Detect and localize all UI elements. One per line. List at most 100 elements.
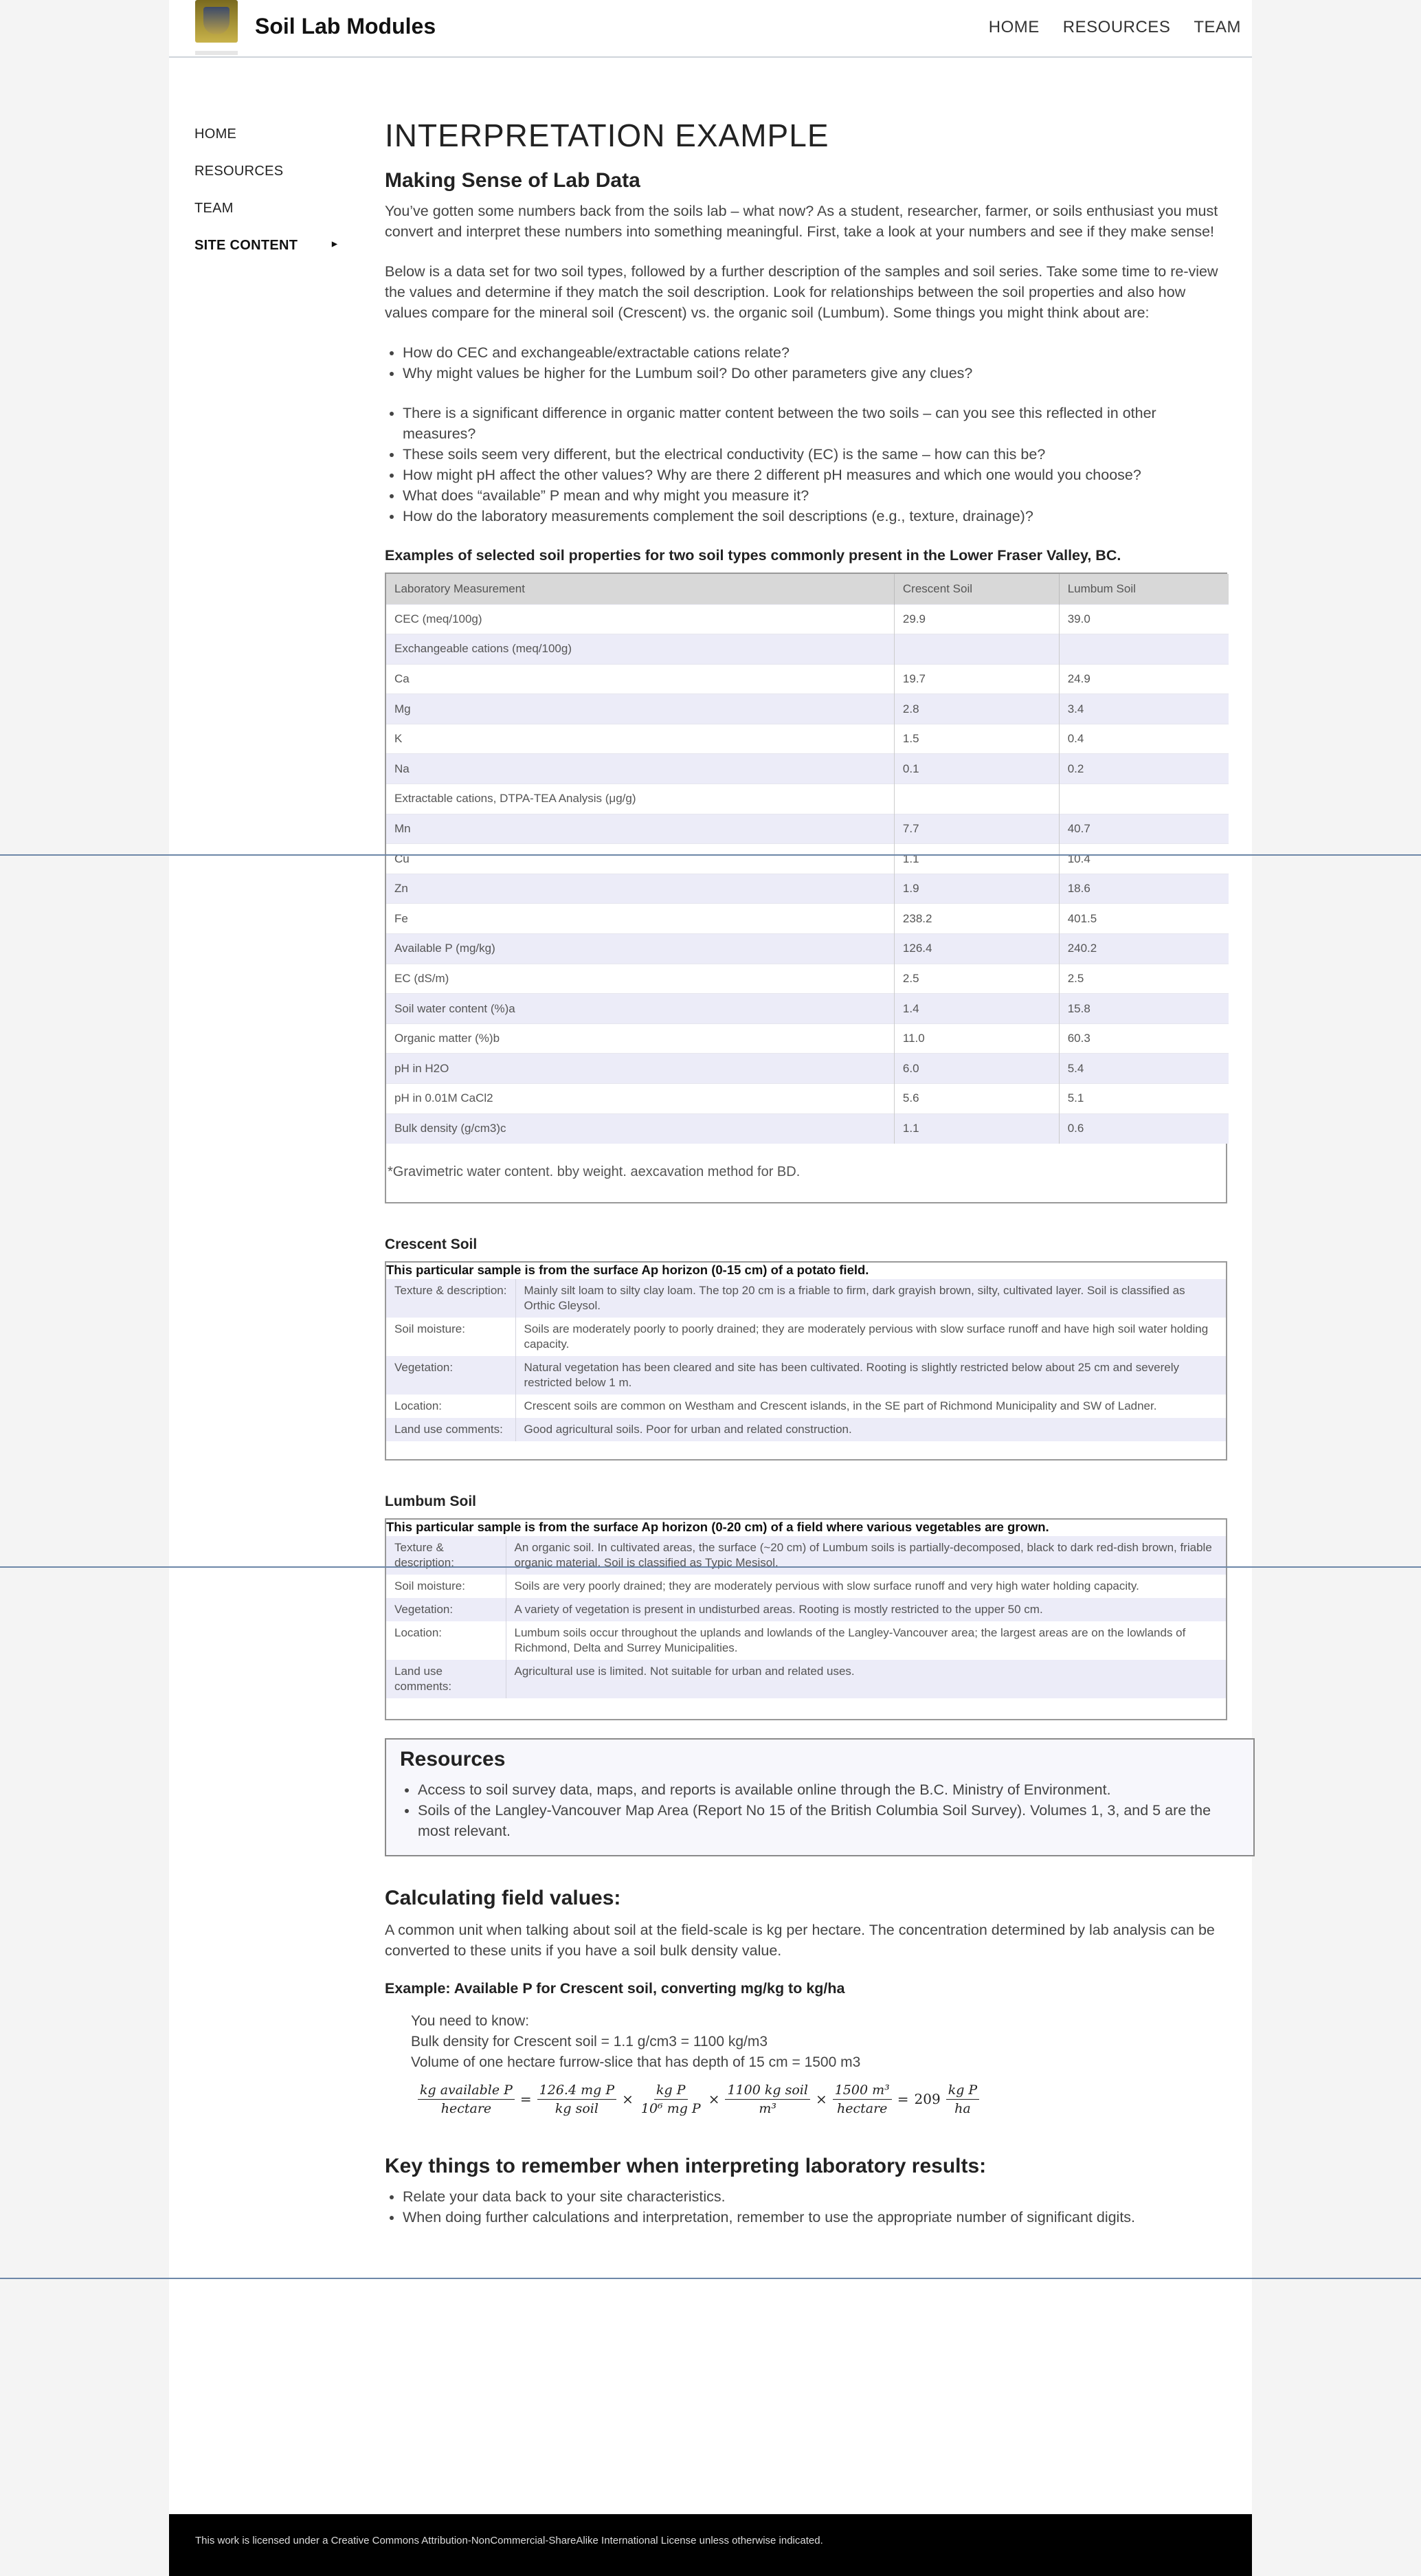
page-title: INTERPRETATION EXAMPLE — [385, 118, 829, 153]
table-row: Soil water content (%)a 1.4 15.8 — [386, 993, 1229, 1024]
fraction: kg P 10⁶ mg P — [639, 2083, 703, 2116]
table-cell: 18.6 — [1059, 873, 1229, 904]
numerator: 1100 kg soil — [725, 2083, 810, 2100]
site-title[interactable]: Soil Lab Modules — [255, 14, 436, 39]
table-cell: Bulk density (g/cm3)c — [386, 1113, 895, 1144]
calc-paragraph: A common unit when talking about soil at… — [385, 1921, 1215, 1959]
numerator: 126.4 mg P — [537, 2083, 617, 2100]
sidebar-item-home[interactable]: HOME — [194, 126, 339, 164]
table-cell: 1.1 — [894, 1113, 1060, 1144]
table-cell: Cu — [386, 843, 895, 874]
table-cell: pH in H2O — [386, 1053, 895, 1084]
table-row: Fe 238.2 401.5 — [386, 903, 1229, 934]
numerator: 1500 m³ — [832, 2083, 892, 2100]
topnav-home[interactable]: HOME — [989, 18, 1040, 37]
table-cell: K — [386, 723, 895, 754]
key-list: Relate your data back to your site chara… — [385, 2186, 1230, 2228]
crescent-table: Texture & description: Mainly silt loam t… — [386, 1278, 1226, 1441]
crescent-table-body: Texture & description: Mainly silt loam t… — [386, 1278, 1226, 1441]
page-break-line — [0, 2278, 1421, 2279]
result-value: 209 — [914, 2091, 941, 2108]
times-sign: × — [622, 2091, 634, 2108]
table-cell: 238.2 — [894, 903, 1060, 934]
list-item: How do CEC and exchangeable/extractable … — [403, 342, 1230, 363]
page-break-line — [0, 854, 1421, 856]
table-cell: 11.0 — [894, 1023, 1060, 1054]
topnav-resources[interactable]: RESOURCES — [1063, 18, 1171, 37]
property-value: Agricultural use is limited. Not suitabl… — [506, 1659, 1226, 1698]
question-list: How do CEC and exchangeable/extractable … — [385, 342, 1230, 363]
table-row: Soil moisture: Soils are very poorly drai… — [386, 1574, 1226, 1598]
lab-table: Laboratory Measurement Crescent Soil Lum… — [386, 574, 1229, 1144]
table-cell: 1.1 — [894, 843, 1060, 874]
property-label: Land use comments: — [386, 1417, 516, 1441]
property-value: Good agricultural soils. Poor for urban … — [515, 1417, 1226, 1441]
table-row: pH in H2O 6.0 5.4 — [386, 1053, 1229, 1084]
question-sublist: Why might values be higher for the Lumbu… — [385, 363, 1230, 384]
table-cell — [894, 784, 1060, 814]
denominator: kg soil — [555, 2100, 598, 2116]
table-cell: Mg — [386, 693, 895, 724]
table-row: Location: Crescent soils are common on We… — [386, 1394, 1226, 1418]
table-row: Ca 19.7 24.9 — [386, 663, 1229, 694]
table-row: Texture & description: Mainly silt loam t… — [386, 1278, 1226, 1318]
caret-right-icon[interactable]: ▶ — [332, 241, 337, 248]
table-cell: 0.4 — [1059, 723, 1229, 754]
site-footer: This work is licensed under a Creative C… — [169, 2514, 1252, 2576]
table-cell: 2.8 — [894, 693, 1060, 724]
resources-heading: Resources — [400, 1747, 506, 1770]
table-cell: 5.6 — [894, 1083, 1060, 1114]
site-logo[interactable] — [195, 0, 238, 43]
sidebar-nav: HOME RESOURCES TEAM SITE CONTENT ▶ — [194, 126, 339, 275]
table-row: EC (dS/m) 2.5 2.5 — [386, 963, 1229, 994]
table-cell: 60.3 — [1059, 1023, 1229, 1054]
table-cell: 5.4 — [1059, 1053, 1229, 1084]
fraction: kg available Phectare — [418, 2083, 515, 2116]
sidebar-item-resources[interactable]: RESOURCES — [194, 164, 339, 201]
fraction: kg Pha — [946, 2083, 980, 2116]
table-cell: Organic matter (%)b — [386, 1023, 895, 1054]
numerator: kg P — [946, 2083, 980, 2100]
fraction: 1500 m³ hectare — [832, 2083, 892, 2116]
list-item: There is a significant difference in org… — [403, 403, 1230, 444]
table-row: Soil moisture: Soils are moderately poorl… — [386, 1317, 1226, 1356]
table-cell: 0.2 — [1059, 753, 1229, 784]
logo-divider — [195, 51, 238, 55]
sidebar-item-site-content[interactable]: SITE CONTENT ▶ — [194, 238, 339, 275]
property-value: Soils are very poorly drained; they are … — [506, 1574, 1226, 1598]
property-label: Texture & description: — [386, 1535, 506, 1575]
crescent-heading: Crescent Soil — [385, 1236, 478, 1252]
table-cell: 7.7 — [894, 813, 1060, 844]
page-break-line — [0, 1566, 1421, 1568]
example-givens: You need to know: Bulk density for Cresc… — [385, 2011, 1230, 2073]
list-item: How do the laboratory measurements compl… — [403, 506, 1230, 526]
list-item: How might pH affect the other values? Wh… — [403, 465, 1230, 485]
table-cell: CEC (meq/100g) — [386, 603, 895, 634]
topnav-team[interactable]: TEAM — [1194, 18, 1241, 37]
key-heading: Key things to remember when interpreting… — [385, 2154, 987, 2177]
given-line: Bulk density for Crescent soil = 1.1 g/c… — [411, 2033, 768, 2050]
license-text[interactable]: This work is licensed under a Creative C… — [195, 2535, 823, 2546]
calc-heading: Calculating field values: — [385, 1886, 621, 1909]
table-row: Available P (mg/kg) 126.4 240.2 — [386, 933, 1229, 964]
lab-table-body: CEC (meq/100g) 29.9 39.0 Exchangeable catio… — [386, 603, 1229, 1144]
sidebar-item-team[interactable]: TEAM — [194, 201, 339, 238]
table-cell: 24.9 — [1059, 663, 1229, 694]
table-cell: 10.4 — [1059, 843, 1229, 874]
numerator: kg available P — [418, 2083, 515, 2100]
table-cell: pH in 0.01M CaCl2 — [386, 1083, 895, 1114]
list-item: Soils of the Langley-Vancouver Map Area … — [418, 1800, 1240, 1841]
list-item: Why might values be higher for the Lumbu… — [403, 363, 1230, 384]
table-cell — [894, 634, 1060, 665]
lumbum-box: This particular sample is from the surfa… — [385, 1518, 1227, 1720]
times-sign: × — [708, 2091, 720, 2108]
table-cell: 6.0 — [894, 1053, 1060, 1084]
property-label: Land use comments: — [386, 1659, 506, 1698]
property-label: Vegetation: — [386, 1597, 506, 1621]
table-cell: EC (dS/m) — [386, 963, 895, 994]
list-item: Access to soil survey data, maps, and re… — [418, 1779, 1240, 1800]
sidebar-item-label: SITE CONTENT — [194, 238, 298, 253]
column-header: Lumbum Soil — [1059, 574, 1229, 604]
property-value: Lumbum soils occur throughout the upland… — [506, 1621, 1226, 1660]
property-label: Vegetation: — [386, 1355, 516, 1395]
